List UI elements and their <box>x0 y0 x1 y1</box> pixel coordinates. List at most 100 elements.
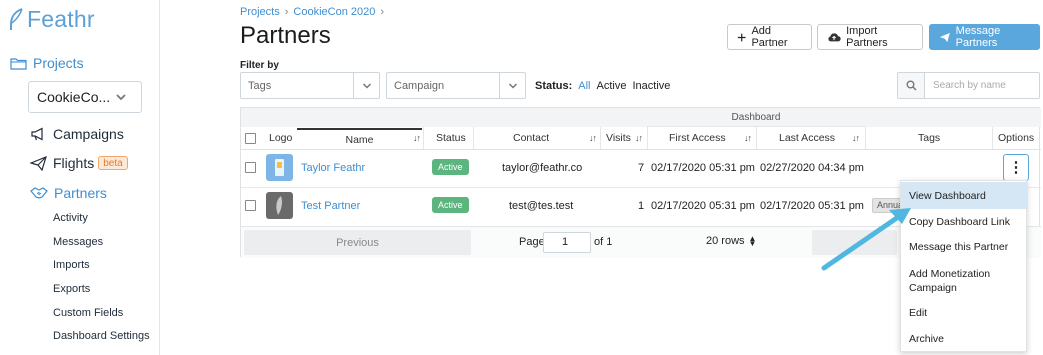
row-options-button[interactable]: ⋮ <box>1003 154 1029 181</box>
sort-icon: ↓↑ <box>635 133 643 143</box>
partner-logo <box>266 192 293 219</box>
col-divider <box>600 127 601 149</box>
col-status[interactable]: Status <box>436 127 466 149</box>
import-partners-button[interactable]: Import Partners <box>817 24 923 50</box>
previous-button[interactable]: Previous <box>244 230 471 255</box>
nav-projects-label: Projects <box>33 55 84 71</box>
partner-name-link[interactable]: Taylor Feathr <box>301 162 365 174</box>
row-options-menu: View Dashboard Copy Dashboard Link Messa… <box>900 180 1028 352</box>
col-divider <box>756 127 757 149</box>
menu-archive[interactable]: Archive <box>901 333 1028 345</box>
subnav-exports[interactable]: Exports <box>53 283 90 295</box>
search-box <box>897 72 1040 99</box>
subnav-imports[interactable]: Imports <box>53 259 90 271</box>
row-checkbox[interactable] <box>245 200 256 211</box>
col-divider <box>865 127 866 149</box>
menu-message-partner[interactable]: Message this Partner <box>901 241 1028 253</box>
col-last-access[interactable]: Last Access <box>779 127 835 149</box>
filter-by-label: Filter by <box>240 60 279 71</box>
search-icon <box>906 80 917 91</box>
header-divider <box>241 149 1041 150</box>
partner-logo-image <box>276 196 282 215</box>
subnav-activity[interactable]: Activity <box>53 212 88 224</box>
chevron-down-icon <box>508 82 517 89</box>
breadcrumb-separator: › <box>284 6 289 18</box>
tags-filter-placeholder: Tags <box>248 79 272 92</box>
col-contact[interactable]: Contact <box>513 127 549 149</box>
kebab-icon: ⋮ <box>1008 159 1024 176</box>
status-filter-label: Status: <box>535 80 573 92</box>
select-all-checkbox[interactable] <box>245 133 256 144</box>
partner-logo <box>266 154 293 181</box>
sort-last-access-icon[interactable]: ↓↑ <box>848 127 860 149</box>
plus-icon <box>737 33 746 41</box>
col-visits[interactable]: Visits <box>606 127 631 149</box>
search-icon-box <box>898 73 925 98</box>
feathr-logo[interactable]: Feathr <box>8 6 95 33</box>
message-partners-label: Message Partners <box>955 25 1001 49</box>
campaign-filter-select[interactable]: Campaign <box>386 72 526 99</box>
page-number-input[interactable]: 1 <box>543 232 591 253</box>
sort-first-access-icon[interactable]: ↓↑ <box>740 127 752 149</box>
col-first-access[interactable]: First Access <box>669 127 726 149</box>
header-band <box>241 108 647 127</box>
status-filter-inactive[interactable]: Inactive <box>632 80 670 92</box>
sidebar: Feathr Projects CookieCo... Campaigns Fl… <box>0 0 160 355</box>
col-name-label: Name <box>345 134 374 146</box>
nav-partners-label: Partners <box>54 185 107 201</box>
cloud-upload-icon <box>828 33 841 42</box>
breadcrumb-projects[interactable]: Projects <box>240 6 280 18</box>
sort-visits-icon[interactable]: ↓↑ <box>631 127 643 149</box>
project-select[interactable]: CookieCo... <box>28 81 142 113</box>
search-input[interactable] <box>925 80 1035 91</box>
tags-filter-select[interactable]: Tags <box>240 72 380 99</box>
subnav-messages[interactable]: Messages <box>53 236 103 248</box>
breadcrumb-project[interactable]: CookieCon 2020 <box>293 6 375 18</box>
col-logo: Logo <box>269 132 293 144</box>
sort-icon: ↓↑ <box>589 133 597 143</box>
partner-name-link[interactable]: Test Partner <box>301 200 360 212</box>
col-name[interactable]: Name <box>297 128 422 150</box>
nav-flights[interactable]: Flights beta <box>30 155 128 171</box>
add-partner-label: Add Partner <box>751 25 788 49</box>
page-title: Partners <box>240 22 331 49</box>
dropdown-arrow <box>499 73 525 98</box>
rows-per-page-value: 20 rows <box>706 235 745 247</box>
subnav-dashboard-settings[interactable]: Dashboard Settings <box>53 330 150 342</box>
partner-visits: 7 <box>638 162 645 174</box>
rows-per-page-select[interactable]: 20 rows ▲ ▼ <box>706 235 756 248</box>
folder-icon <box>10 57 27 70</box>
row-checkbox[interactable] <box>245 162 256 173</box>
menu-copy-dashboard-link[interactable]: Copy Dashboard Link <box>901 216 1028 228</box>
menu-edit[interactable]: Edit <box>901 307 1028 319</box>
sort-contact-icon[interactable]: ↓↑ <box>585 127 597 149</box>
col-tags: Tags <box>918 132 941 144</box>
sort-name-icon[interactable]: ↓↑ <box>409 127 421 149</box>
project-select-value: CookieCo... <box>37 89 111 105</box>
breadcrumb: Projects › CookieCon 2020 › <box>240 6 389 18</box>
status-filter-all[interactable]: All <box>578 80 590 92</box>
header-band <box>865 108 1041 127</box>
col-divider <box>473 127 474 149</box>
add-partner-button[interactable]: Add Partner <box>727 24 812 50</box>
status-filter-active[interactable]: Active <box>597 80 627 92</box>
partner-logo-image <box>275 159 284 176</box>
sort-icon: ↓↑ <box>744 133 752 143</box>
feather-icon <box>10 7 23 30</box>
subnav-custom-fields[interactable]: Custom Fields <box>53 307 123 319</box>
nav-campaigns[interactable]: Campaigns <box>30 126 124 142</box>
beta-badge: beta <box>98 156 128 170</box>
message-partners-button[interactable]: Message Partners <box>929 24 1040 50</box>
page-label: Page <box>519 236 545 248</box>
col-divider <box>647 127 648 149</box>
partner-first-access: 02/17/2020 05:31 pm <box>651 200 755 212</box>
menu-view-dashboard[interactable]: View Dashboard <box>901 182 1028 209</box>
menu-add-monetization-campaign[interactable]: Add Monetization Campaign <box>901 267 1011 295</box>
col-divider <box>992 127 993 149</box>
partner-first-access: 02/17/2020 05:31 pm <box>651 162 755 174</box>
partner-contact: taylor@feathr.co <box>502 162 583 174</box>
next-button[interactable] <box>812 230 897 255</box>
nav-projects[interactable]: Projects <box>10 55 84 71</box>
status-filter: Status: All Active Inactive <box>535 80 670 92</box>
nav-partners[interactable]: Partners <box>30 185 107 201</box>
